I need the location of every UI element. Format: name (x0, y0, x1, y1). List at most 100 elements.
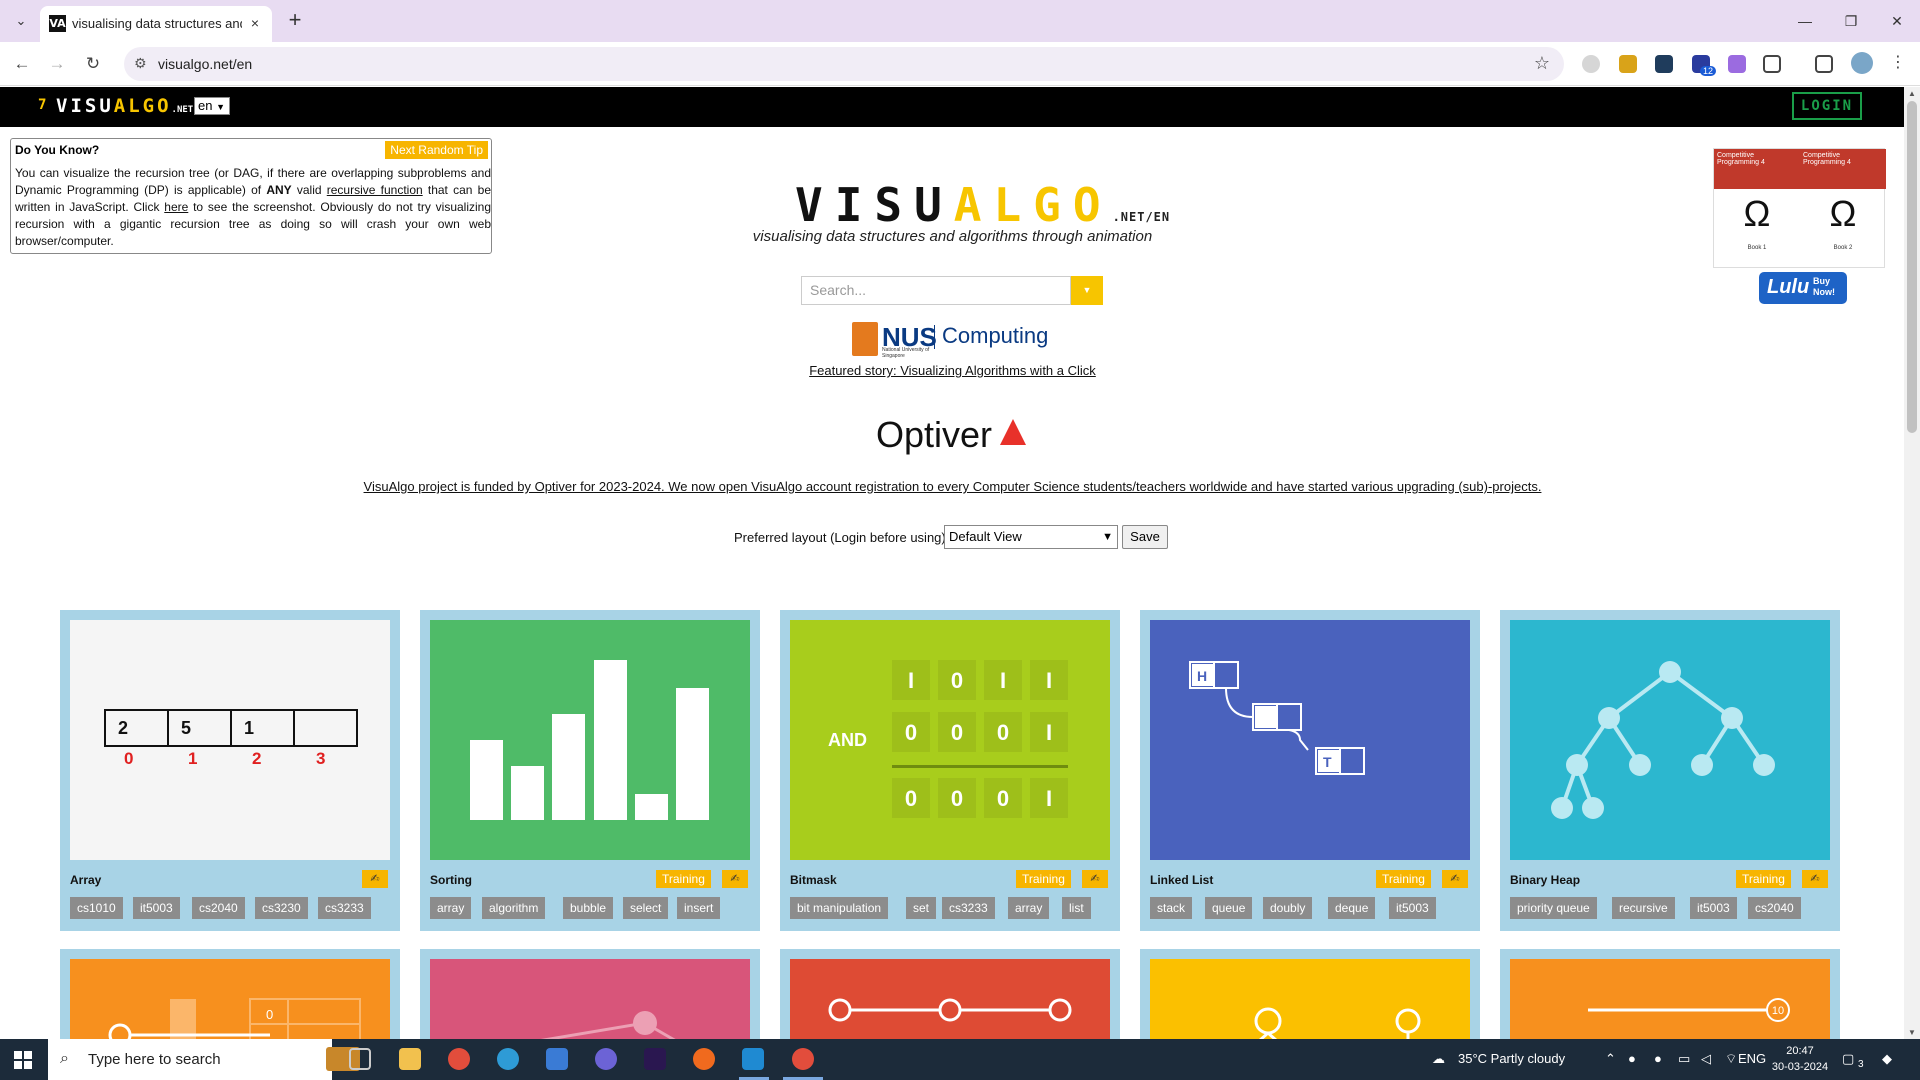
book-ad[interactable]: Competitive Programming 4 Ω Book 1 Compe… (1713, 148, 1886, 268)
card-row2-4[interactable] (1140, 949, 1480, 1049)
notification-icon[interactable]: ▢ (1842, 1051, 1854, 1067)
tag[interactable]: cs2040 (1748, 897, 1801, 919)
extensions-puzzle-icon[interactable] (1763, 55, 1781, 73)
card-hand-icon[interactable]: ✍ (1082, 870, 1108, 888)
tag[interactable]: array (430, 897, 472, 919)
training-badge[interactable]: Training (1376, 870, 1431, 888)
binary-heap-thumbnail[interactable] (1510, 620, 1830, 860)
tag[interactable]: bubble (563, 897, 614, 919)
tag[interactable]: doubly (1263, 897, 1313, 919)
tag[interactable]: algorithm (482, 897, 546, 919)
tray-app-icon[interactable]: ● (1654, 1051, 1662, 1066)
card-hand-icon[interactable]: ✍ (722, 870, 748, 888)
array-thumbnail[interactable]: 2 5 1 0 1 2 3 (70, 620, 390, 860)
tag[interactable]: it5003 (133, 897, 180, 919)
url-text[interactable]: visualgo.net/en (158, 56, 252, 72)
edge-icon[interactable] (497, 1048, 519, 1070)
omnibox[interactable]: ⚙ visualgo.net/en ☆ (124, 47, 1564, 81)
chrome-icon[interactable] (448, 1048, 470, 1070)
close-window-button[interactable]: ✕ (1882, 8, 1912, 34)
wifi-icon[interactable]: ⌔ (1725, 1051, 1737, 1067)
premiere-icon[interactable] (644, 1048, 666, 1070)
card-hand-icon[interactable]: ✍ (1802, 870, 1828, 888)
funded-notice-link[interactable]: VisuAlgo project is funded by Optiver fo… (200, 479, 1705, 494)
file-explorer-icon[interactable] (399, 1048, 421, 1070)
bookmark-star-icon[interactable]: ☆ (1534, 53, 1550, 74)
site-info-icon[interactable]: ⚙ (134, 55, 147, 72)
card-hand-icon[interactable]: ✍ (362, 870, 388, 888)
extension-3-icon[interactable] (1655, 55, 1673, 73)
nus-computing-logo[interactable]: NUS National University of Singapore Com… (852, 322, 1052, 359)
card-bitmask[interactable]: AND I 0 I I 0 0 0 I 0 0 0 I Bitmask Trai… (780, 610, 1120, 931)
card-row2-3[interactable] (780, 949, 1120, 1049)
tag[interactable]: queue (1205, 897, 1253, 919)
card-sorting[interactable]: Sorting Training ✍ array algorithm bubbl… (420, 610, 760, 931)
page-scrollbar[interactable]: ▲ ▼ (1904, 87, 1920, 1039)
tag[interactable]: cs3233 (318, 897, 371, 919)
tag[interactable]: bit manipulation (790, 897, 889, 919)
search-input[interactable]: Search... (801, 276, 1071, 305)
tab-close-icon[interactable]: × (246, 14, 264, 32)
input-language[interactable]: ENG (1738, 1051, 1766, 1066)
scroll-thumb[interactable] (1907, 101, 1917, 433)
network-icon[interactable]: ▭ (1678, 1051, 1690, 1067)
weather-text[interactable]: 35°C Partly cloudy (1458, 1051, 1565, 1066)
task-view-icon[interactable] (349, 1048, 371, 1070)
save-button[interactable]: Save (1122, 525, 1168, 549)
card-row2-2[interactable] (420, 949, 760, 1049)
tray-app-icon[interactable]: ● (1628, 1051, 1636, 1066)
here-link[interactable]: here (164, 200, 188, 214)
scroll-down-icon[interactable]: ▼ (1908, 1028, 1916, 1037)
training-badge[interactable]: Training (1736, 870, 1791, 888)
card-array[interactable]: 2 5 1 0 1 2 3 Array ✍ cs1010 it5003 cs20… (60, 610, 400, 931)
clock[interactable]: 20:47 30-03-2024 (1770, 1043, 1830, 1075)
linked-list-thumbnail[interactable]: H T (1150, 620, 1470, 860)
card-hand-icon[interactable]: ✍ (1442, 870, 1468, 888)
browser-menu-icon[interactable]: ⋮ (1890, 52, 1906, 72)
side-panel-icon[interactable] (1815, 55, 1833, 73)
card-binary-heap[interactable]: Binary Heap Training ✍ priority queue re… (1500, 610, 1840, 931)
reload-icon[interactable]: ↻ (80, 51, 106, 77)
windows-start-icon[interactable] (14, 1051, 32, 1069)
training-badge[interactable]: Training (1016, 870, 1071, 888)
tag[interactable]: cs1010 (70, 897, 123, 919)
weather-icon[interactable]: ☁ (1432, 1051, 1445, 1067)
layout-select[interactable]: Default View ▼ (944, 525, 1118, 549)
taskbar-search[interactable]: ⌕ Type here to search (48, 1039, 360, 1080)
tag[interactable]: select (623, 897, 669, 919)
tag[interactable]: stack (1150, 897, 1193, 919)
volume-icon[interactable]: ◁ (1701, 1051, 1711, 1067)
recursive-function-link[interactable]: recursive function (327, 183, 423, 197)
app-icon[interactable] (595, 1048, 617, 1070)
tag[interactable]: it5003 (1389, 897, 1436, 919)
login-button[interactable]: LOGIN (1792, 92, 1862, 120)
chrome-active-icon[interactable] (792, 1048, 814, 1070)
copilot-icon[interactable]: ◆ (1882, 1051, 1892, 1067)
optiver-logo[interactable]: Optiver (876, 414, 992, 456)
vscode-icon[interactable] (742, 1048, 764, 1070)
back-arrow-icon[interactable]: ← (9, 51, 35, 77)
card-thumbnail[interactable] (790, 959, 1110, 1049)
extension-1-icon[interactable] (1582, 55, 1600, 73)
card-thumbnail[interactable] (430, 959, 750, 1049)
site-logo[interactable]: VISUALGO.NET/ (56, 95, 208, 117)
scroll-up-icon[interactable]: ▲ (1908, 89, 1916, 98)
tag[interactable]: deque (1328, 897, 1376, 919)
forward-arrow-icon[interactable]: → (44, 51, 70, 77)
browser-tab[interactable]: VA visualising data structures and algor… (40, 6, 272, 42)
profile-avatar[interactable] (1851, 52, 1873, 74)
tag[interactable]: priority queue (1510, 897, 1597, 919)
card-row2-5[interactable]: 10 (1500, 949, 1840, 1049)
tab-search-chevron-icon[interactable]: ⌄ (10, 10, 32, 32)
featured-story-link[interactable]: Featured story: Visualizing Algorithms w… (700, 363, 1205, 378)
next-random-tip-button[interactable]: Next Random Tip (385, 141, 488, 159)
card-thumbnail[interactable] (1150, 959, 1470, 1049)
store-icon[interactable] (546, 1048, 568, 1070)
card-thumbnail[interactable]: 0 (70, 959, 390, 1049)
extension-5-icon[interactable] (1728, 55, 1746, 73)
new-tab-button[interactable]: + (282, 8, 308, 34)
training-badge[interactable]: Training (656, 870, 711, 888)
tag[interactable]: cs2040 (192, 897, 245, 919)
tag[interactable]: array (1008, 897, 1050, 919)
extension-2-icon[interactable] (1619, 55, 1637, 73)
